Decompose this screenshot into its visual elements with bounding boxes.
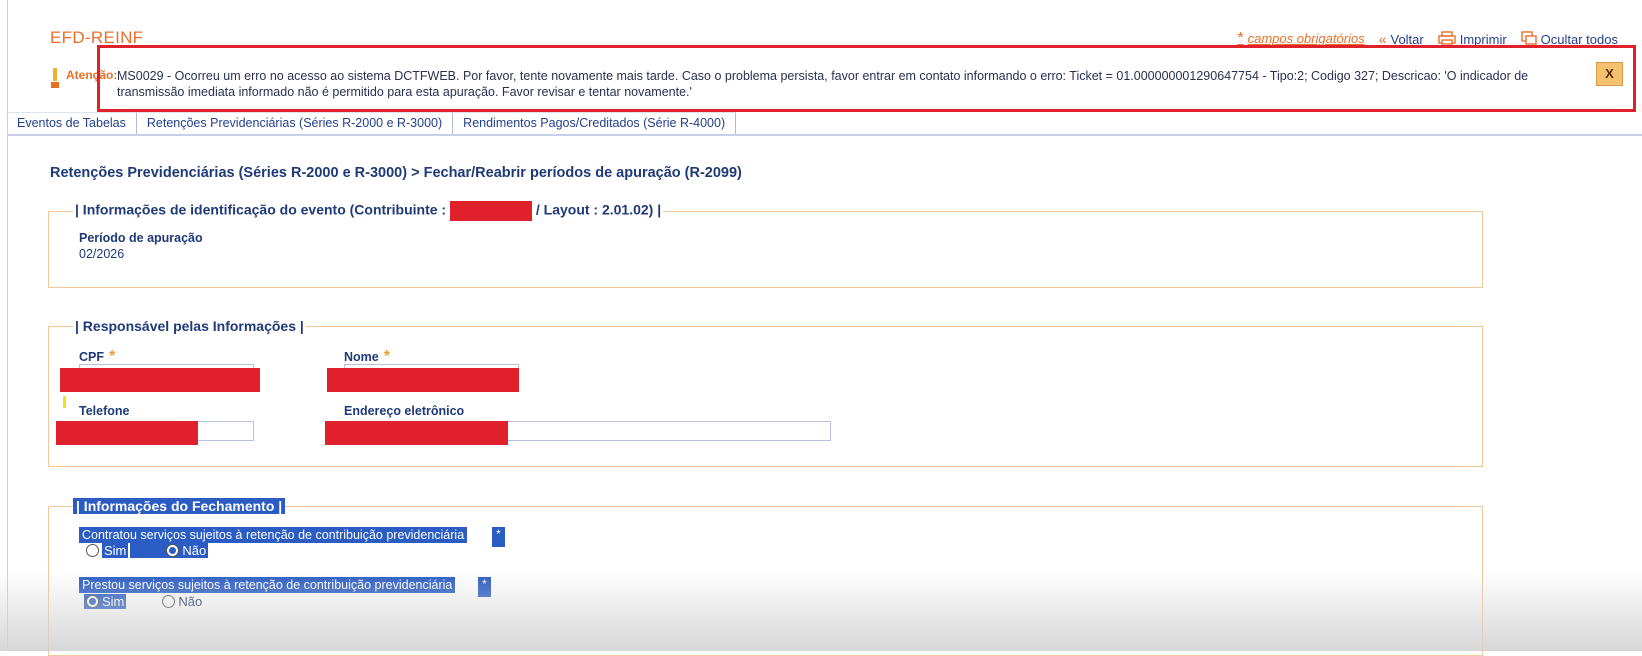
required-asterisk-icon: * <box>109 348 116 365</box>
close-alert-button[interactable]: X <box>1596 62 1623 86</box>
responsible-section: | Responsável pelas Informações | <box>48 318 1483 467</box>
print-link[interactable]: Imprimir <box>1438 30 1507 48</box>
asterisk-icon: * <box>1237 30 1244 47</box>
redacted-contributor <box>449 201 532 221</box>
contracted-option-sim[interactable]: Sim <box>84 543 130 558</box>
question-contracted: Contratou serviços sujeitos à retenção d… <box>79 527 468 543</box>
required-fields-note: * campos obrigatórios <box>1237 30 1365 47</box>
closing-legend: | Informações do Fechamento | <box>73 498 286 514</box>
required-asterisk-icon: * <box>478 577 491 597</box>
tab-rendimentos-pagos[interactable]: Rendimentos Pagos/Creditados (Série R-40… <box>453 112 737 134</box>
breadcrumb: Retenções Previdenciárias (Séries R-2000… <box>50 165 742 181</box>
collapse-icon <box>1520 30 1537 48</box>
error-message: MS0029 - Ocorreu um erro no acesso ao si… <box>117 69 1529 99</box>
printer-icon <box>1438 30 1456 48</box>
radio-sim[interactable] <box>86 595 99 608</box>
warning-icon <box>50 68 60 91</box>
radio-nao[interactable] <box>162 595 176 608</box>
required-asterisk-icon: * <box>492 527 505 547</box>
question-provided: Prestou serviços sujeitos à retenção de … <box>79 577 456 593</box>
left-border <box>7 0 8 651</box>
tab-bar: Eventos de Tabelas Retenções Previdenciá… <box>7 112 1642 136</box>
tab-eventos-tabelas[interactable]: Eventos de Tabelas <box>7 112 137 134</box>
identification-legend: | Informações de identificação do evento… <box>73 201 663 221</box>
radio-nao[interactable] <box>166 544 180 557</box>
contracted-radio-group: Sim Não <box>84 543 209 558</box>
identification-section: | Informações de identificação do evento… <box>48 201 1483 288</box>
attention-label: Atenção: <box>50 68 117 91</box>
contracted-option-nao[interactable]: Não <box>164 543 209 558</box>
radio-sim[interactable] <box>86 544 99 557</box>
redacted-email <box>325 421 508 445</box>
double-chevron-left-icon: « <box>1378 31 1387 47</box>
provided-option-nao[interactable]: Não <box>160 594 204 609</box>
back-link[interactable]: «Voltar <box>1379 31 1424 47</box>
provided-radio-group: Sim Não <box>84 594 204 609</box>
responsible-legend: | Responsável pelas Informações | <box>75 318 304 334</box>
hide-all-link[interactable]: Ocultar todos <box>1520 30 1618 48</box>
provided-option-sim[interactable]: Sim <box>84 594 127 609</box>
tab-retencoes-previdenciarias[interactable]: Retenções Previdenciárias (Séries R-2000… <box>136 112 454 134</box>
app-title: EFD-REINF <box>50 28 144 47</box>
header-actions: * campos obrigatórios «Voltar Imprimir Oc… <box>1237 30 1618 48</box>
redacted-cpf <box>60 368 260 392</box>
period-label: Período de apuração <box>79 231 203 245</box>
email-label: Endereço eletrônico <box>344 404 465 418</box>
redacted-name <box>327 368 519 392</box>
phone-label: Telefone <box>79 404 130 418</box>
period-value: 02/2026 <box>79 247 125 261</box>
required-asterisk-icon: * <box>383 348 390 365</box>
redacted-phone <box>56 421 198 445</box>
text-cursor-mark <box>63 396 66 408</box>
